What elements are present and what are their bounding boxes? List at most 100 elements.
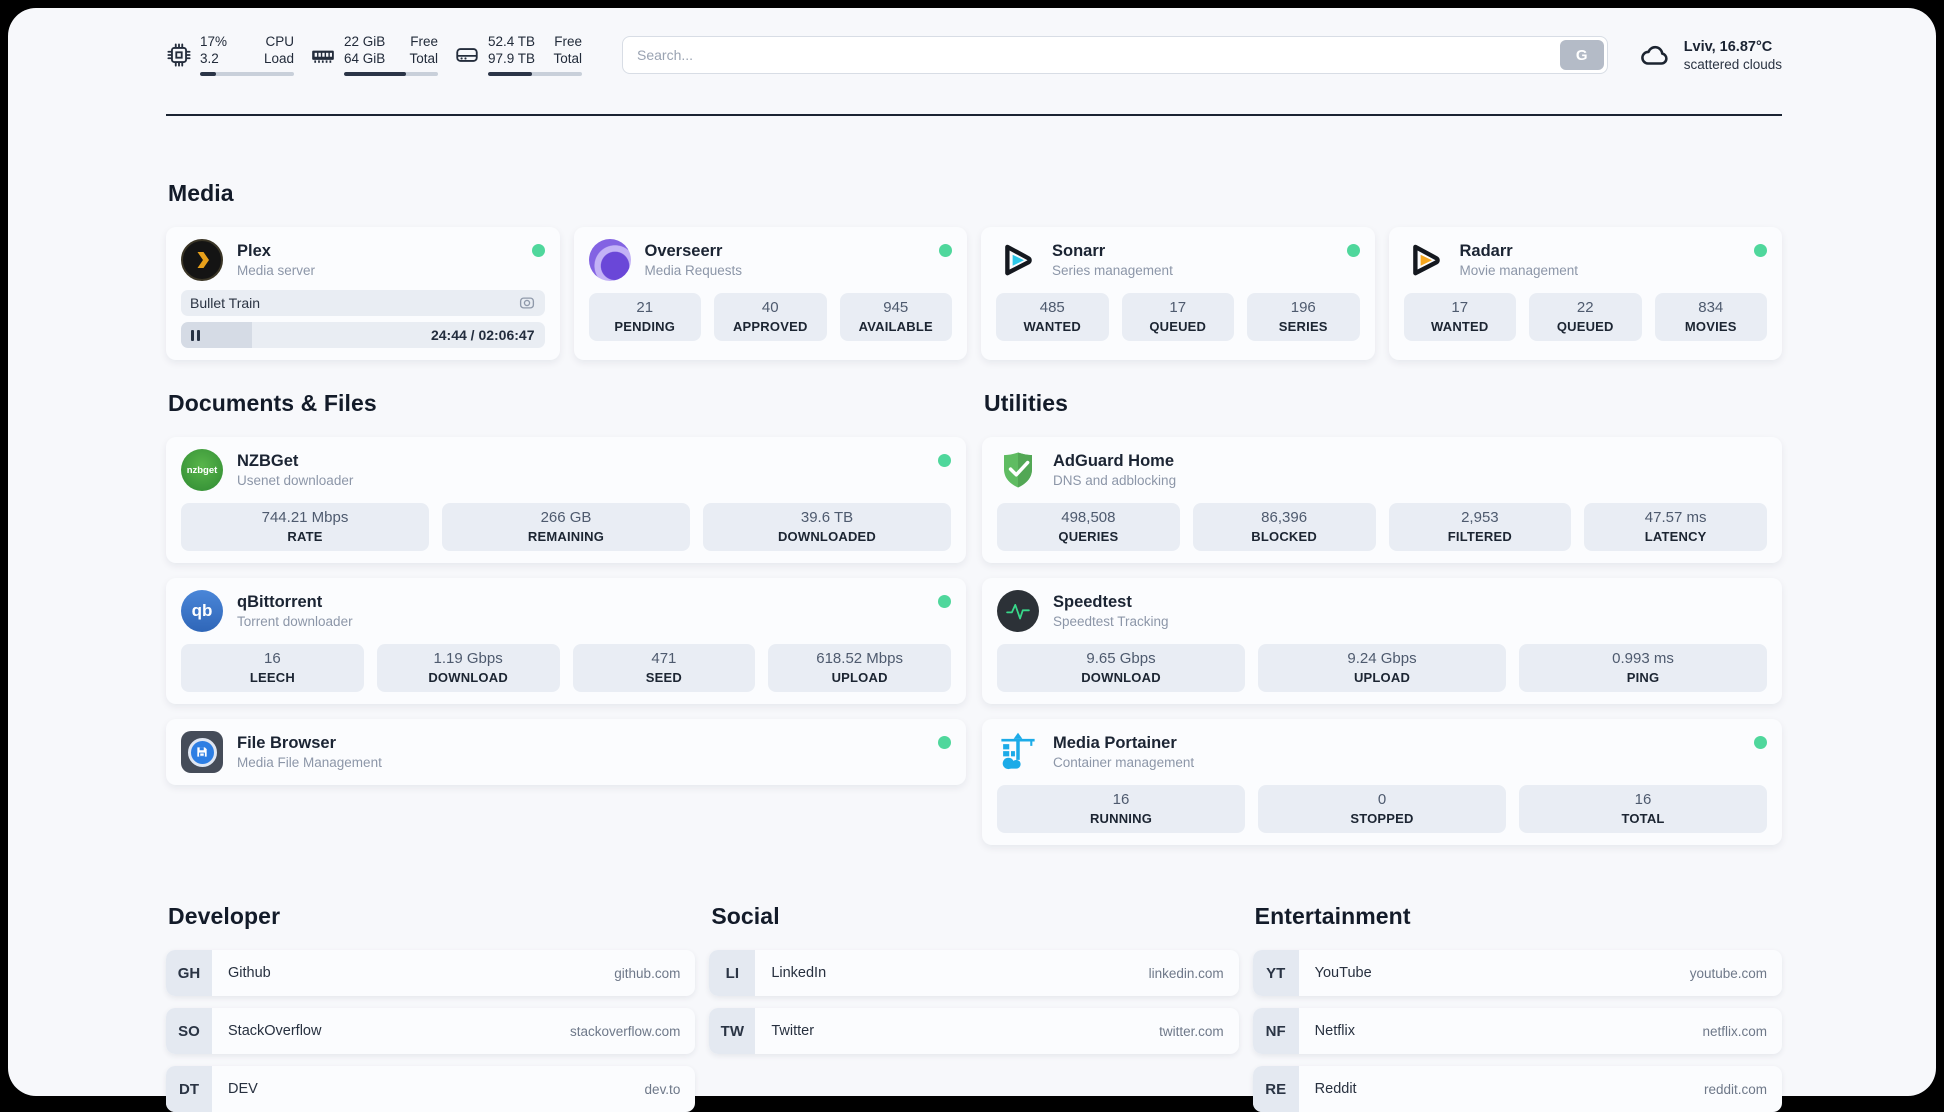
app-card-speedtest[interactable]: Speedtest Speedtest Tracking 9.65 Gbps DOWN…: [982, 578, 1782, 704]
pause-button[interactable]: [191, 329, 200, 341]
app-name: Overseerr: [644, 241, 723, 260]
weather-widget[interactable]: Lviv, 16.87°C scattered clouds: [1636, 36, 1782, 74]
bookmark-name: Twitter: [771, 1023, 815, 1039]
stat-tile-wanted: 485 WANTED: [996, 293, 1109, 341]
bookmark-twitter[interactable]: TW Twitter twitter.com: [709, 1008, 1239, 1054]
bookmark-stackoverflow[interactable]: SO StackOverflow stackoverflow.com: [166, 1008, 696, 1054]
weather-text: Lviv, 16.87°C scattered clouds: [1684, 38, 1782, 73]
middle-columns: Documents & Files nzbget NZBGet Usenet dow…: [166, 390, 1782, 845]
stat-tile-seed: 471 SEED: [572, 644, 756, 692]
app-name: Media Portainer: [1053, 733, 1177, 752]
bookmark-url: netflix.com: [1702, 1023, 1767, 1039]
app-header-adguard: AdGuard Home DNS and adblocking: [997, 449, 1767, 491]
app-card-plex[interactable]: Plex Media server Bullet Train 24:44 / 02:0…: [166, 227, 560, 360]
playback-time: 24:44 / 02:06:47: [430, 327, 535, 343]
app-header-plex: Plex Media server: [181, 239, 545, 281]
stat-value: 17: [1169, 299, 1187, 316]
stat-tile-queued: 17 QUEUED: [1121, 293, 1234, 341]
stats-row: 17 WANTED 22 QUEUED 834 MOVIES: [1403, 293, 1767, 341]
section-title-social: Social: [711, 903, 780, 929]
app-card-filebrowser[interactable]: File Browser Media File Management: [166, 719, 966, 785]
monitor-row: 22 GiB Free: [344, 34, 438, 51]
app-description: Torrent downloader: [237, 613, 353, 629]
bookmark-github[interactable]: GH Github github.com: [166, 950, 696, 996]
stat-label: QUEUED: [1149, 319, 1207, 334]
stat-label: WANTED: [1430, 319, 1489, 334]
stat-tile-remaining: 266 GB REMAINING: [442, 503, 690, 551]
app-description: Series management: [1052, 262, 1173, 278]
app-description: DNS and adblocking: [1053, 472, 1177, 488]
app-card-portainer[interactable]: Media Portainer Container management 16 RUN…: [982, 719, 1782, 845]
section-title-documents: Documents & Files: [168, 390, 377, 416]
cloud-icon: [1636, 36, 1674, 74]
bookmark-reddit[interactable]: RE Reddit reddit.com: [1252, 1066, 1782, 1112]
bookmark-name: LinkedIn: [771, 965, 827, 981]
app-card-nzbget[interactable]: nzbget NZBGet Usenet downloader 744.21 Mbps…: [166, 437, 966, 563]
app-card-qbittorrent[interactable]: qb qBittorrent Torrent downloader 16 LEECH 1.…: [166, 578, 966, 704]
app-name: Plex: [237, 241, 271, 260]
speedtest-icon: [997, 590, 1039, 632]
monitor-label: Free: [410, 34, 438, 49]
app-header-radarr: Radarr Movie management: [1404, 239, 1767, 281]
nzbget-icon: nzbget: [181, 449, 223, 491]
stat-label: TOTAL: [1621, 811, 1665, 826]
status-dot-online: [939, 244, 952, 257]
bookmark-name: Netflix: [1314, 1023, 1355, 1039]
section-media: Media Plex Media server Bullet Train 24:44 …: [166, 180, 1782, 360]
monitor-value: 17%: [200, 34, 228, 49]
stats-row: 485 WANTED 17 QUEUED 196 SERIES: [996, 293, 1360, 341]
search-engine-button[interactable]: G: [1559, 40, 1604, 70]
stat-label: SERIES: [1278, 319, 1328, 334]
camera-icon: [518, 294, 536, 312]
bookmark-youtube[interactable]: YT YouTube youtube.com: [1252, 950, 1782, 996]
bookmark-rows: YT YouTube youtube.com NF Netflix netflix.com…: [1252, 950, 1782, 1112]
monitor-label: Total: [553, 50, 582, 66]
bookmark-netflix[interactable]: NF Netflix netflix.com: [1252, 1008, 1782, 1054]
app-card-radarr[interactable]: Radarr Movie management 17 WANTED 22 QUEUED 83…: [1388, 227, 1782, 360]
media-app-grid: Plex Media server Bullet Train 24:44 / 02:0…: [166, 227, 1782, 360]
app-name: qBittorrent: [237, 592, 323, 611]
app-text: File Browser Media File Management: [237, 733, 382, 772]
section-title-developer: Developer: [168, 903, 281, 929]
now-playing-title: Bullet Train: [190, 295, 261, 311]
app-header-filebrowser: File Browser Media File Management: [181, 731, 951, 773]
plex-icon: [181, 239, 223, 281]
status-dot-online: [531, 244, 545, 257]
stats-row: 21 PENDING 40 APPROVED 945 AVAILABLE: [588, 293, 952, 341]
bookmark-url: stackoverflow.com: [570, 1023, 681, 1039]
stat-label: MOVIES: [1684, 319, 1737, 334]
stat-tile-latency: 47.57 ms LATENCY: [1584, 503, 1767, 551]
bookmark-group-social: Social LI LinkedIn linkedin.com TW Twitter twi…: [709, 903, 1239, 1112]
monitor-row: 64 GiB Total: [344, 51, 438, 68]
monitor-disk-progressbar: [488, 72, 582, 76]
bookmark-url: github.com: [614, 965, 681, 981]
stat-tile-movies: 834 MOVIES: [1654, 293, 1767, 341]
stat-label: FILTERED: [1447, 529, 1512, 544]
stat-label: STOPPED: [1350, 811, 1414, 826]
app-header-portainer: Media Portainer Container management: [997, 731, 1767, 773]
monitor-cpu: 17% CPU 3.2 Load: [166, 34, 294, 76]
bookmark-linkedin[interactable]: LI LinkedIn linkedin.com: [709, 950, 1239, 996]
app-text: Media Portainer Container management: [1053, 733, 1194, 772]
stat-tile-upload: 618.52 Mbps UPLOAD: [768, 644, 951, 692]
stat-tile-stopped: 0 STOPPED: [1258, 785, 1506, 833]
weather-location: Lviv, 16.87°C: [1683, 38, 1773, 55]
stat-value: 16: [1634, 791, 1652, 808]
monitor-progress-fill: [488, 72, 533, 76]
status-dot-online: [1346, 244, 1360, 257]
app-text: qBittorrent Torrent downloader: [237, 592, 353, 631]
monitor-value: 22 GiB: [344, 34, 386, 49]
app-card-overseerr[interactable]: Overseerr Media Requests 21 PENDING 40 APPROV…: [573, 227, 967, 360]
monitor-row: 52.4 TB Free: [488, 34, 582, 51]
monitor-value: 64 GiB: [344, 50, 386, 66]
stat-label: PING: [1626, 670, 1660, 685]
search-input[interactable]: [622, 36, 1608, 74]
bookmark-abbr-tile: RE: [1252, 1066, 1299, 1112]
app-card-sonarr[interactable]: Sonarr Series management 485 WANTED 17 QUEUED…: [981, 227, 1375, 360]
bookmark-rows: GH Github github.com SO StackOverflow stackov…: [166, 950, 696, 1112]
app-card-adguard[interactable]: AdGuard Home DNS and adblocking 498,508 QUE…: [982, 437, 1782, 563]
stat-tile-blocked: 86,396 BLOCKED: [1192, 503, 1376, 551]
stat-value: 196: [1290, 299, 1316, 316]
ram-icon: [310, 42, 336, 68]
bookmark-dev[interactable]: DT DEV dev.to: [166, 1066, 696, 1112]
